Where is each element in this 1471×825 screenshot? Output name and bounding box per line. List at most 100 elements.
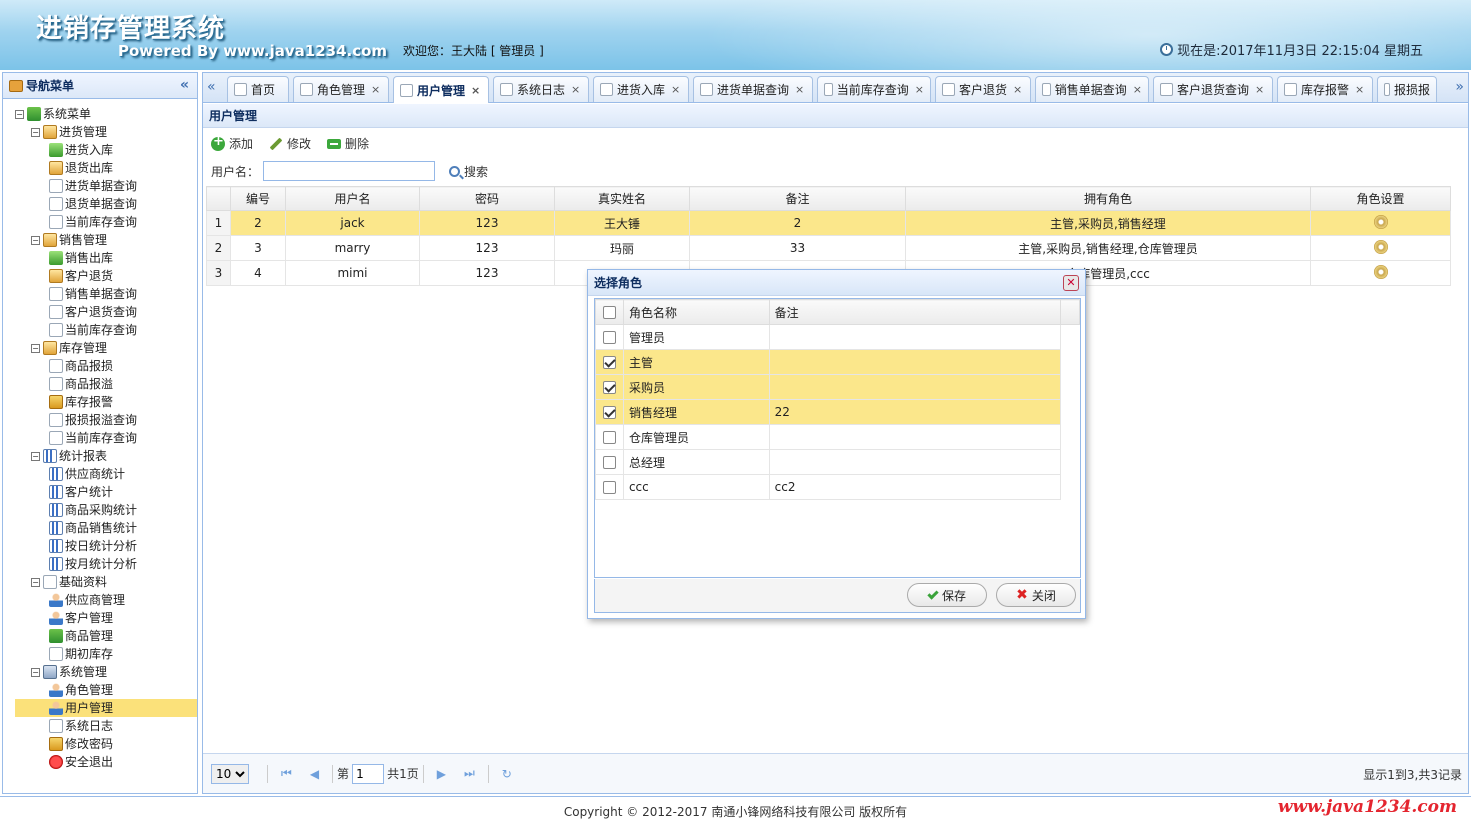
role-row[interactable]: ccc cc2 bbox=[595, 474, 1080, 500]
page-number-input[interactable] bbox=[352, 763, 385, 784]
tab-0[interactable]: 首页 bbox=[227, 76, 289, 102]
role-row[interactable]: 管理员 bbox=[595, 324, 1080, 350]
col-header-note[interactable]: 备注 bbox=[689, 186, 906, 211]
nav-item[interactable]: 商品采购统计 bbox=[15, 501, 197, 519]
col-header-role-note[interactable]: 备注 bbox=[768, 299, 1062, 325]
nav-item[interactable]: − 系统菜单 bbox=[15, 105, 197, 123]
role-checkbox[interactable] bbox=[602, 406, 616, 419]
next-page-icon[interactable]: ▶ bbox=[437, 767, 446, 781]
nav-item[interactable]: − 统计报表 bbox=[15, 447, 197, 465]
nav-item[interactable]: 当前库存查询 bbox=[15, 213, 197, 231]
dialog-close-icon[interactable]: ✕ bbox=[1063, 275, 1079, 291]
nav-item[interactable]: − 库存管理 bbox=[15, 339, 197, 357]
nav-item[interactable]: 按月统计分析 bbox=[15, 555, 197, 573]
col-header-id[interactable]: 编号 bbox=[230, 186, 286, 211]
tab-3[interactable]: 系统日志 × bbox=[493, 76, 589, 102]
col-header-role-setting[interactable]: 角色设置 bbox=[1310, 186, 1451, 211]
col-header-username[interactable]: 用户名 bbox=[285, 186, 420, 211]
tree-toggle-icon[interactable]: − bbox=[31, 451, 40, 461]
nav-item[interactable]: 当前库存查询 bbox=[15, 321, 197, 339]
nav-item[interactable]: 退货单据查询 bbox=[15, 195, 197, 213]
nav-item[interactable]: 报损报溢查询 bbox=[15, 411, 197, 429]
tree-toggle-icon[interactable]: − bbox=[31, 235, 40, 245]
tree-toggle-icon[interactable]: − bbox=[31, 127, 40, 137]
role-checkbox[interactable] bbox=[602, 381, 616, 394]
nav-item[interactable]: 系统日志 bbox=[15, 717, 197, 735]
nav-item[interactable]: 客户退货 bbox=[15, 267, 197, 285]
tab-close-icon[interactable]: × bbox=[795, 83, 804, 96]
col-header-password[interactable]: 密码 bbox=[419, 186, 555, 211]
gear-icon[interactable] bbox=[1373, 214, 1388, 229]
role-checkbox[interactable] bbox=[602, 331, 616, 344]
tab-close-icon[interactable]: × bbox=[1255, 83, 1264, 96]
tab-1[interactable]: 角色管理 × bbox=[293, 76, 389, 102]
tab-close-icon[interactable]: × bbox=[915, 83, 924, 96]
tree-toggle-icon[interactable]: − bbox=[31, 343, 40, 353]
gear-icon[interactable] bbox=[1373, 239, 1388, 254]
nav-item[interactable]: 客户管理 bbox=[15, 609, 197, 627]
nav-item[interactable]: 商品报损 bbox=[15, 357, 197, 375]
select-all-checkbox[interactable] bbox=[602, 306, 616, 319]
col-header-realname[interactable]: 真实姓名 bbox=[554, 186, 690, 211]
nav-item[interactable]: 供应商统计 bbox=[15, 465, 197, 483]
tab-close-icon[interactable]: × bbox=[371, 83, 380, 96]
close-button[interactable]: ✖ 关闭 bbox=[996, 583, 1076, 607]
tab-close-icon[interactable]: × bbox=[1355, 83, 1364, 96]
refresh-icon[interactable]: ↻ bbox=[502, 767, 512, 781]
role-row[interactable]: 主管 bbox=[595, 349, 1080, 375]
nav-item[interactable]: 期初库存 bbox=[15, 645, 197, 663]
col-header-role-name[interactable]: 角色名称 bbox=[622, 299, 770, 325]
nav-item[interactable]: 商品报溢 bbox=[15, 375, 197, 393]
delete-button[interactable]: 删除 bbox=[327, 135, 369, 152]
tab-close-icon[interactable]: × bbox=[571, 83, 580, 96]
nav-item[interactable]: 当前库存查询 bbox=[15, 429, 197, 447]
nav-item[interactable]: 销售出库 bbox=[15, 249, 197, 267]
nav-item[interactable]: 退货出库 bbox=[15, 159, 197, 177]
role-checkbox[interactable] bbox=[602, 456, 616, 469]
tab-close-icon[interactable]: × bbox=[471, 84, 480, 97]
tab-4[interactable]: 进货入库 × bbox=[593, 76, 689, 102]
nav-item[interactable]: 修改密码 bbox=[15, 735, 197, 753]
role-row[interactable]: 采购员 bbox=[595, 374, 1080, 400]
nav-item[interactable]: 库存报警 bbox=[15, 393, 197, 411]
nav-item[interactable]: 进货入库 bbox=[15, 141, 197, 159]
tab-8[interactable]: 销售单据查询 × bbox=[1035, 76, 1149, 102]
nav-item[interactable]: 供应商管理 bbox=[15, 591, 197, 609]
nav-item[interactable]: − 基础资料 bbox=[15, 573, 197, 591]
username-search-input[interactable] bbox=[263, 161, 436, 181]
tree-toggle-icon[interactable]: − bbox=[15, 109, 24, 119]
collapse-left-icon[interactable]: « bbox=[180, 77, 189, 93]
tree-toggle-icon[interactable]: − bbox=[31, 667, 40, 677]
role-checkbox[interactable] bbox=[602, 431, 616, 444]
nav-item[interactable]: 商品管理 bbox=[15, 627, 197, 645]
tab-5[interactable]: 进货单据查询 × bbox=[693, 76, 813, 102]
nav-item[interactable]: 销售单据查询 bbox=[15, 285, 197, 303]
nav-item[interactable]: 角色管理 bbox=[15, 681, 197, 699]
tree-toggle-icon[interactable]: − bbox=[31, 577, 40, 587]
first-page-icon[interactable]: ⏮ bbox=[281, 766, 292, 781]
tab-close-icon[interactable]: × bbox=[1133, 83, 1142, 96]
add-button[interactable]: 添加 bbox=[211, 134, 253, 152]
prev-page-icon[interactable]: ◀ bbox=[310, 767, 319, 781]
tab-2[interactable]: 用户管理 × bbox=[393, 76, 489, 103]
edit-button[interactable]: 修改 bbox=[269, 135, 311, 152]
tab-scroll-right-icon[interactable]: » bbox=[1455, 79, 1464, 95]
nav-item[interactable]: 客户退货查询 bbox=[15, 303, 197, 321]
nav-item[interactable]: 进货单据查询 bbox=[15, 177, 197, 195]
table-row[interactable]: 1 2 jack 123 王大锤 2 主管,采购员,销售经理 bbox=[206, 210, 1451, 236]
nav-item[interactable]: 客户统计 bbox=[15, 483, 197, 501]
nav-item[interactable]: 用户管理 bbox=[15, 699, 197, 717]
tab-7[interactable]: 客户退货 × bbox=[935, 76, 1031, 102]
nav-item[interactable]: 商品销售统计 bbox=[15, 519, 197, 537]
last-page-icon[interactable]: ⏭ bbox=[464, 766, 475, 781]
nav-item[interactable]: 按日统计分析 bbox=[15, 537, 197, 555]
page-size-select[interactable]: 10 bbox=[211, 763, 249, 784]
nav-item[interactable]: − 销售管理 bbox=[15, 231, 197, 249]
tab-close-icon[interactable]: × bbox=[1013, 83, 1022, 96]
role-row[interactable]: 销售经理 22 bbox=[595, 399, 1080, 425]
col-header-roles[interactable]: 拥有角色 bbox=[905, 186, 1311, 211]
tab-scroll-left-icon[interactable]: « bbox=[207, 79, 216, 95]
save-button[interactable]: 保存 bbox=[907, 583, 987, 607]
tab-10[interactable]: 库存报警 × bbox=[1277, 76, 1373, 102]
role-row[interactable]: 总经理 bbox=[595, 449, 1080, 475]
